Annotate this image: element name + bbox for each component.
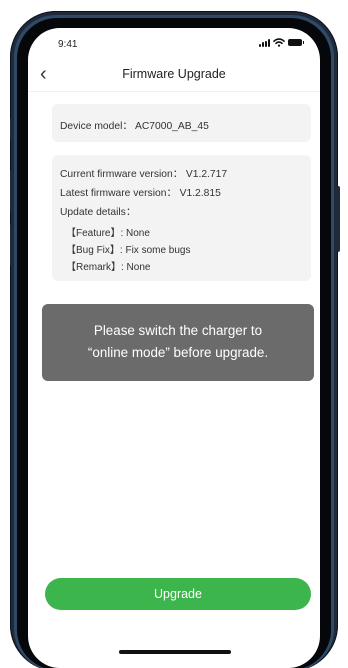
power-button (336, 186, 340, 252)
mute-switch (10, 118, 14, 140)
device-model-text: Device model： AC7000_AB_45 (60, 121, 209, 132)
volume-up-button (10, 170, 14, 212)
wifi-icon (273, 38, 285, 47)
online-mode-toast: Please switch the charger to “online mod… (42, 304, 314, 381)
upgrade-button[interactable]: Upgrade (45, 578, 311, 610)
firmware-info-card: Current firmware version： V1.2.717 Lates… (52, 155, 311, 281)
status-time: 9:41 (58, 39, 78, 50)
update-note-feature: 【Feature】: None (66, 228, 150, 239)
home-indicator[interactable] (119, 650, 231, 654)
app-screen: 9:41 ‹ Firmware Upgrade Device model： AC… (28, 28, 320, 668)
update-note-bug-fix: 【Bug Fix】: Fix some bugs (66, 245, 191, 256)
latest-firmware-version: Latest firmware version： V1.2.815 (60, 188, 221, 199)
update-details-label: Update details： (60, 207, 137, 218)
volume-down-button (10, 224, 14, 266)
update-note-remark: 【Remark】: None (66, 262, 151, 273)
status-bar: 9:41 (28, 28, 320, 58)
toast-line-2: “online mode” before upgrade. (87, 345, 269, 360)
current-firmware-version: Current firmware version： V1.2.717 (60, 169, 228, 180)
navigation-bar: ‹ Firmware Upgrade (28, 58, 320, 92)
battery-icon (288, 39, 304, 46)
signal-icon (259, 38, 270, 47)
device-model-card: Device model： AC7000_AB_45 (52, 104, 311, 142)
page-title: Firmware Upgrade (122, 67, 226, 81)
toast-line-1: Please switch the charger to (93, 323, 263, 338)
status-icons (259, 38, 304, 47)
